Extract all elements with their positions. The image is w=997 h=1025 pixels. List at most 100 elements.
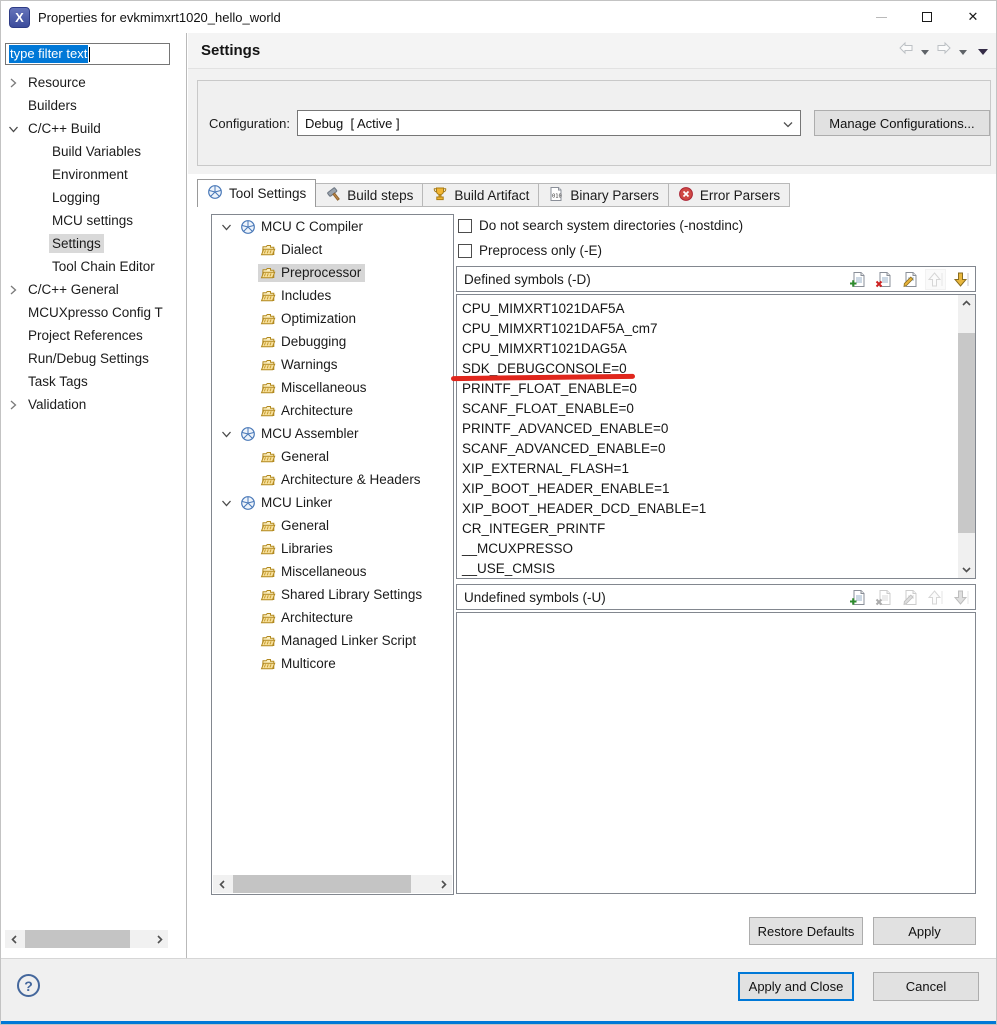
scroll-left-icon[interactable] bbox=[5, 930, 23, 948]
back-icon[interactable] bbox=[898, 41, 914, 60]
sidebar-item-c-c-general[interactable]: C/C++ General bbox=[1, 278, 186, 301]
sidebar-item-logging[interactable]: Logging bbox=[1, 186, 186, 209]
tool-tree-item-architecture[interactable]: Architecture bbox=[212, 606, 453, 629]
tool-tree-item-architecture[interactable]: Architecture bbox=[212, 399, 453, 422]
sidebar-horizontal-scrollbar[interactable] bbox=[5, 930, 168, 948]
tool-tree-item-miscellaneous[interactable]: Miscellaneous bbox=[212, 560, 453, 583]
chevron-down-icon[interactable] bbox=[220, 221, 232, 233]
sidebar-item-build-variables[interactable]: Build Variables bbox=[1, 140, 186, 163]
back-menu-icon[interactable] bbox=[921, 42, 929, 60]
scrollbar-thumb[interactable] bbox=[958, 333, 975, 533]
defined-symbols-scrollbar[interactable] bbox=[958, 295, 975, 578]
restore-defaults-button[interactable]: Restore Defaults bbox=[749, 917, 863, 945]
preprocess-only-checkbox[interactable] bbox=[458, 244, 472, 258]
defined-symbol-item[interactable]: XIP_EXTERNAL_FLASH=1 bbox=[457, 459, 958, 479]
chevron-down-icon[interactable] bbox=[220, 497, 232, 509]
tool-tree-item-dialect[interactable]: Dialect bbox=[212, 238, 453, 261]
tool-tree-item-label: Libraries bbox=[281, 541, 333, 556]
defined-symbol-item[interactable]: CR_INTEGER_PRINTF bbox=[457, 519, 958, 539]
defined-symbol-item[interactable]: SCANF_FLOAT_ENABLE=0 bbox=[457, 399, 958, 419]
add-symbol-button[interactable] bbox=[848, 588, 867, 607]
sidebar-item-run-debug-settings[interactable]: Run/Debug Settings bbox=[1, 347, 186, 370]
chevron-down-icon[interactable] bbox=[220, 428, 232, 440]
tool-tree-item-preprocessor[interactable]: Preprocessor bbox=[212, 261, 453, 284]
close-button[interactable]: ✕ bbox=[950, 1, 996, 33]
defined-symbol-item[interactable]: CPU_MIMXRT1021DAF5A_cm7 bbox=[457, 319, 958, 339]
tool-tree-item-shared-library-settings[interactable]: Shared Library Settings bbox=[212, 583, 453, 606]
apply-and-close-button[interactable]: Apply and Close bbox=[738, 972, 854, 1001]
tab-build-artifact[interactable]: Build Artifact bbox=[423, 183, 539, 207]
manage-configurations-button[interactable]: Manage Configurations... bbox=[814, 110, 990, 136]
defined-symbol-item[interactable]: PRINTF_FLOAT_ENABLE=0 bbox=[457, 379, 958, 399]
scroll-down-icon[interactable] bbox=[958, 561, 975, 578]
tool-tree-item-managed-linker-script[interactable]: Managed Linker Script bbox=[212, 629, 453, 652]
tab-build-steps[interactable]: Build steps bbox=[316, 183, 423, 207]
tool-tree-item-label: Shared Library Settings bbox=[281, 587, 422, 602]
forward-icon[interactable] bbox=[936, 41, 952, 60]
tab-error-parsers[interactable]: Error Parsers bbox=[669, 183, 790, 207]
tool-tree-item-multicore[interactable]: Multicore bbox=[212, 652, 453, 675]
view-menu-icon[interactable] bbox=[978, 42, 988, 60]
sidebar-item-builders[interactable]: Builders bbox=[1, 94, 186, 117]
tool-tree-item-debugging[interactable]: Debugging bbox=[212, 330, 453, 353]
chevron-right-icon[interactable] bbox=[7, 77, 19, 89]
chevron-right-icon[interactable] bbox=[7, 284, 19, 296]
tool-tree-item-general[interactable]: General bbox=[212, 514, 453, 537]
tool-tree-item-general[interactable]: General bbox=[212, 445, 453, 468]
defined-symbols-list: CPU_MIMXRT1021DAF5ACPU_MIMXRT1021DAF5A_c… bbox=[456, 294, 976, 579]
cancel-button[interactable]: Cancel bbox=[873, 972, 979, 1001]
chevron-down-icon[interactable] bbox=[7, 123, 19, 135]
scroll-up-icon[interactable] bbox=[958, 295, 975, 312]
tool-tree-item-miscellaneous[interactable]: Miscellaneous bbox=[212, 376, 453, 399]
tool-tree-item-warnings[interactable]: Warnings bbox=[212, 353, 453, 376]
chevron-right-icon[interactable] bbox=[7, 399, 19, 411]
sidebar-item-validation[interactable]: Validation bbox=[1, 393, 186, 416]
scroll-right-icon[interactable] bbox=[150, 930, 168, 948]
sidebar-item-resource[interactable]: Resource bbox=[1, 71, 186, 94]
scrollbar-thumb[interactable] bbox=[25, 930, 130, 948]
defined-symbol-item[interactable]: PRINTF_ADVANCED_ENABLE=0 bbox=[457, 419, 958, 439]
delete-symbol-button[interactable] bbox=[874, 270, 893, 289]
sidebar-item-settings[interactable]: Settings bbox=[1, 232, 186, 255]
sidebar-item-environment[interactable]: Environment bbox=[1, 163, 186, 186]
defined-symbol-item[interactable]: SCANF_ADVANCED_ENABLE=0 bbox=[457, 439, 958, 459]
tab-tool-settings[interactable]: Tool Settings bbox=[197, 179, 316, 207]
sidebar-item-project-references[interactable]: Project References bbox=[1, 324, 186, 347]
tool-tree-item-includes[interactable]: Includes bbox=[212, 284, 453, 307]
minimize-button[interactable] bbox=[858, 1, 904, 33]
scrollbar-thumb[interactable] bbox=[233, 875, 411, 893]
nostdinc-checkbox[interactable] bbox=[458, 219, 472, 233]
sidebar-item-mcu-settings[interactable]: MCU settings bbox=[1, 209, 186, 232]
apply-button[interactable]: Apply bbox=[873, 917, 976, 945]
configuration-select[interactable]: Debug [ Active ] bbox=[297, 110, 801, 136]
move-down-button[interactable] bbox=[952, 270, 971, 289]
forward-menu-icon[interactable] bbox=[959, 42, 967, 60]
sidebar-item-c-c-build[interactable]: C/C++ Build bbox=[1, 117, 186, 140]
filter-input[interactable]: type filter text bbox=[5, 43, 170, 65]
defined-symbol-item[interactable]: XIP_BOOT_HEADER_ENABLE=1 bbox=[457, 479, 958, 499]
tool-tree-item-libraries[interactable]: Libraries bbox=[212, 537, 453, 560]
sidebar-item-tool-chain-editor[interactable]: Tool Chain Editor bbox=[1, 255, 186, 278]
defined-symbol-item[interactable]: __MCUXPRESSO bbox=[457, 539, 958, 559]
sidebar-item-mcuxpresso-config-t[interactable]: MCUXpresso Config T bbox=[1, 301, 186, 324]
tool-tree-item-mcu-linker[interactable]: MCU Linker bbox=[212, 491, 453, 514]
tool-tree-item-label: Preprocessor bbox=[281, 265, 361, 280]
tool-tree-item-mcu-assembler[interactable]: MCU Assembler bbox=[212, 422, 453, 445]
defined-symbol-item[interactable]: __USE_CMSIS bbox=[457, 559, 958, 579]
defined-symbol-item[interactable]: CPU_MIMXRT1021DAG5A bbox=[457, 339, 958, 359]
tab-binary-parsers[interactable]: 010Binary Parsers bbox=[539, 183, 669, 207]
defined-symbol-item[interactable]: CPU_MIMXRT1021DAF5A bbox=[457, 299, 958, 319]
scroll-left-icon[interactable] bbox=[213, 875, 231, 893]
undefined-symbols-list[interactable] bbox=[456, 612, 976, 894]
tool-tree-item-architecture-headers[interactable]: Architecture & Headers bbox=[212, 468, 453, 491]
add-symbol-button[interactable] bbox=[848, 270, 867, 289]
sidebar-item-task-tags[interactable]: Task Tags bbox=[1, 370, 186, 393]
defined-symbol-item[interactable]: XIP_BOOT_HEADER_DCD_ENABLE=1 bbox=[457, 499, 958, 519]
tool-tree-item-mcu-c-compiler[interactable]: MCU C Compiler bbox=[212, 215, 453, 238]
help-button[interactable]: ? bbox=[17, 974, 40, 997]
scroll-right-icon[interactable] bbox=[434, 875, 452, 893]
tool-tree-item-optimization[interactable]: Optimization bbox=[212, 307, 453, 330]
tool-tree-horizontal-scrollbar[interactable] bbox=[213, 875, 452, 893]
maximize-button[interactable] bbox=[904, 1, 950, 33]
edit-symbol-button[interactable] bbox=[900, 270, 919, 289]
